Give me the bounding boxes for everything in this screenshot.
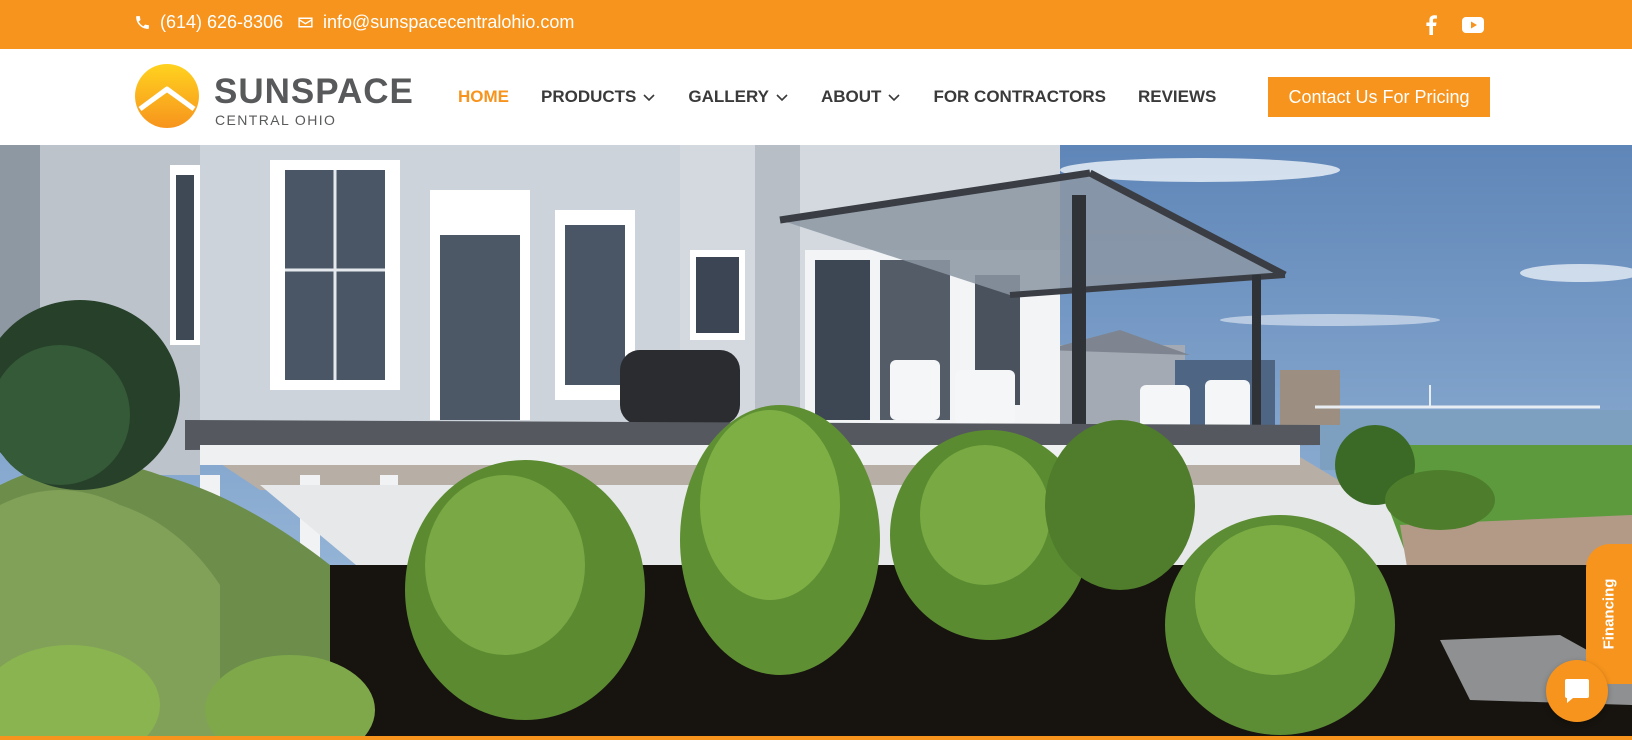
contact-us-for-pricing-button[interactable]: Contact Us For Pricing xyxy=(1268,77,1490,117)
site-header: SUNSPACE CENTRAL OHIO HOME PRODUCTS GALL… xyxy=(0,49,1632,145)
nav-item-products[interactable]: PRODUCTS xyxy=(541,87,656,107)
phone-number: (614) 626-8306 xyxy=(160,12,284,32)
nav-item-reviews[interactable]: REVIEWS xyxy=(1138,87,1216,107)
hero-image xyxy=(0,145,1632,736)
main-nav: HOME PRODUCTS GALLERY ABOUT FOR CONTRACT… xyxy=(458,49,1248,145)
nav-item-about[interactable]: ABOUT xyxy=(821,87,901,107)
nav-item-home[interactable]: HOME xyxy=(458,87,509,107)
facebook-link[interactable] xyxy=(1419,13,1443,37)
bottom-accent-strip xyxy=(0,736,1632,740)
financing-label: Financing xyxy=(1600,578,1618,650)
logo[interactable]: SUNSPACE CENTRAL OHIO xyxy=(134,63,414,133)
youtube-icon xyxy=(1462,17,1484,33)
nav-item-label: PRODUCTS xyxy=(541,87,637,106)
chevron-down-icon xyxy=(888,94,901,102)
cta-label: Contact Us For Pricing xyxy=(1288,86,1470,107)
phone-link[interactable]: (614) 626-8306 xyxy=(134,12,283,33)
email-link[interactable]: info@sunspacecentralohio.com xyxy=(297,12,574,33)
chevron-down-icon xyxy=(643,94,655,102)
nav-item-for-contractors[interactable]: FOR CONTRACTORS xyxy=(933,87,1106,107)
nav-item-label: ABOUT xyxy=(821,87,882,106)
financing-tab[interactable]: Financing xyxy=(1586,544,1632,684)
nav-item-label: HOME xyxy=(458,87,509,106)
youtube-link[interactable] xyxy=(1461,13,1485,37)
nav-item-label: REVIEWS xyxy=(1137,87,1217,106)
email-address: info@sunspacecentralohio.com xyxy=(323,12,575,32)
facebook-icon xyxy=(1426,15,1437,35)
envelope-icon xyxy=(298,17,313,28)
nav-item-gallery[interactable]: GALLERY xyxy=(688,87,789,107)
top-bar: (614) 626-8306 info@sunspacecentralohio.… xyxy=(0,0,1632,49)
phone-icon xyxy=(136,16,149,29)
sun-house-logo-icon xyxy=(135,64,199,128)
logo-name: SUNSPACE xyxy=(214,72,414,111)
chat-button[interactable] xyxy=(1546,660,1608,722)
nav-item-label: GALLERY xyxy=(688,87,769,106)
nav-item-label: FOR CONTRACTORS xyxy=(933,87,1106,106)
logo-subtitle: CENTRAL OHIO xyxy=(215,112,337,128)
hero-photo-illustration xyxy=(0,145,1632,736)
chevron-down-icon xyxy=(776,94,788,102)
chat-bubble-icon xyxy=(1565,679,1589,703)
